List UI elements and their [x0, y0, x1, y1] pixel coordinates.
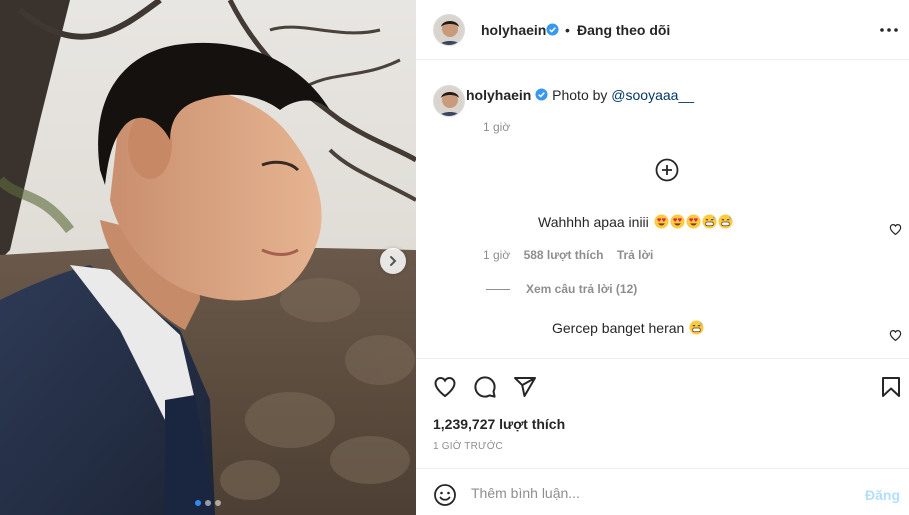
post-photo[interactable] [0, 0, 416, 515]
heart-icon[interactable] [433, 375, 457, 399]
comment-body: Gercep banget heran [552, 320, 685, 336]
comment-likes-count[interactable]: 588 lượt thích [524, 248, 604, 262]
grinning-sweat-emoji [689, 320, 704, 335]
carousel-indicator [195, 500, 221, 506]
verified-badge-icon [546, 23, 559, 36]
avatar-image [434, 15, 464, 45]
photo-image [0, 0, 416, 515]
comment-input[interactable] [471, 481, 841, 505]
post-timestamp: 1 GIỜ TRƯỚC [433, 441, 503, 452]
comment-meta: 1 giờ 588 lượt thích Trả lời [483, 248, 663, 262]
following-button[interactable]: Đang theo dõi [577, 22, 670, 38]
heart-eyes-emoji [670, 214, 685, 229]
post-details-panel: holyhaein • Đang theo dõi holyhaein Phot… [416, 0, 909, 515]
comment-text: Gercep banget heran [552, 320, 704, 336]
more-options-icon[interactable] [879, 22, 899, 38]
separator-dot: • [565, 22, 570, 38]
post-comment-button[interactable]: Đăng [865, 487, 900, 503]
comment-like-icon[interactable] [889, 223, 902, 236]
comment-like-icon[interactable] [889, 329, 902, 342]
carousel-dot [205, 500, 211, 506]
caption-mention-link[interactable]: @sooyaaa__ [611, 87, 694, 103]
caption-timestamp: 1 giờ [483, 120, 511, 134]
post-header: holyhaein • Đang theo dõi [416, 0, 909, 60]
comment-body: Wahhhh apaa iniii [538, 214, 649, 230]
caption-username[interactable]: holyhaein [466, 87, 531, 103]
avatar[interactable] [433, 14, 465, 46]
add-circle-icon[interactable] [655, 158, 679, 182]
grinning-sweat-emoji [702, 214, 717, 229]
comment-composer: Đăng [416, 468, 909, 515]
comment-time: 1 giờ [483, 248, 511, 262]
comment-icon[interactable] [473, 375, 497, 399]
likes-count[interactable]: 1,239,727 lượt thích [433, 416, 565, 432]
share-icon[interactable] [513, 375, 537, 399]
next-photo-button[interactable] [380, 248, 406, 274]
carousel-dot [215, 500, 221, 506]
comments-section[interactable]: holyhaein Photo by @sooyaaa__ 1 giờ Wahh… [416, 61, 909, 358]
chevron-right-icon [390, 256, 397, 266]
caption-text: holyhaein Photo by @sooyaaa__ [466, 87, 694, 103]
heart-eyes-emoji [654, 214, 669, 229]
caption-prefix: Photo by [552, 87, 608, 103]
view-replies-button[interactable]: Xem câu trả lời (12) [486, 282, 637, 296]
verified-badge-icon [535, 88, 548, 101]
username-link[interactable]: holyhaein [481, 22, 546, 38]
heart-eyes-emoji [686, 214, 701, 229]
comment-text: Wahhhh apaa iniii [538, 214, 733, 230]
post-actions: 1,239,727 lượt thích 1 GIỜ TRƯỚC [416, 358, 909, 468]
carousel-dot [195, 500, 201, 506]
avatar[interactable] [433, 85, 465, 117]
grinning-sweat-emoji [718, 214, 733, 229]
avatar-image [434, 86, 464, 116]
emoji-icon[interactable] [433, 483, 457, 507]
reply-button[interactable]: Trả lời [617, 248, 654, 262]
bookmark-icon[interactable] [879, 375, 903, 399]
